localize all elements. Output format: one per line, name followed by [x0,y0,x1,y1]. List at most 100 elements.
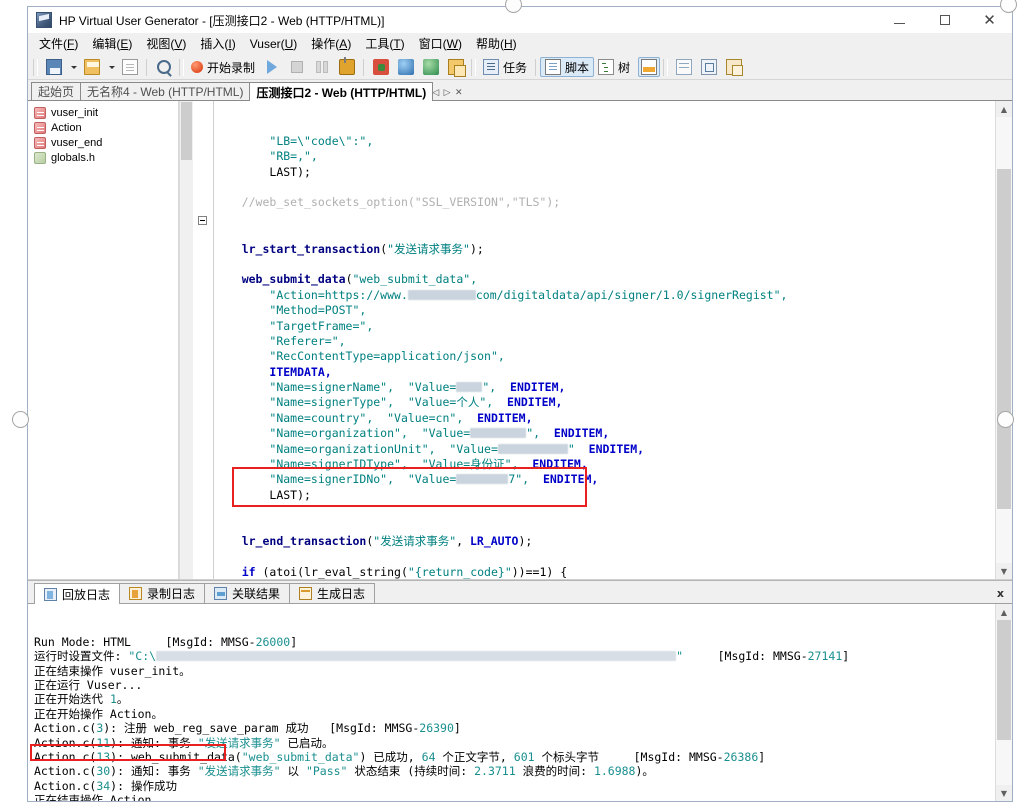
task-icon [483,59,500,75]
code-token: "Name=organizationUnit", "Value= [269,441,498,456]
code-token: "发送请求事务" [373,533,457,548]
split-view-button[interactable] [638,57,661,77]
log-token: "发送请求事务" [197,735,281,750]
script-view-icon [545,59,562,75]
maximize-button[interactable] [922,7,967,33]
script-view-button[interactable]: 脚本 [540,57,595,77]
menu-view[interactable]: 视图(V) [139,33,193,54]
script-view-label: 脚本 [565,60,590,75]
code-token: ENDITEM, [532,457,588,472]
code-editor[interactable]: "LB=\"code\":", "RB=,", LAST); //web_set… [214,101,995,579]
toolbar-grip-2[interactable] [179,58,184,76]
editor-vertical-scrollbar[interactable]: ▲ ▼ [995,101,1012,579]
split-view-icon [641,59,658,75]
log-scroll-track[interactable] [996,620,1012,785]
toolbar-grip-3[interactable] [471,58,477,76]
tab-generation-log[interactable]: 生成日志 [289,583,376,603]
scan-script-button[interactable] [418,57,443,77]
tree-item-vuser-end[interactable]: vuser_end [32,135,174,150]
redacted-text [497,443,568,454]
run-button[interactable] [259,57,284,77]
log-panel-close-button[interactable]: x [997,587,1004,600]
save-dropdown[interactable] [66,57,79,77]
tab-replay-log[interactable]: 回放日志 [34,583,121,604]
code-token: "{return_code}" [407,564,512,579]
paint-button[interactable] [334,57,359,77]
scan-correlations-button[interactable] [393,57,418,77]
scroll-track[interactable] [996,117,1012,563]
fold-toggle-icon[interactable] [198,216,207,225]
tree-item-globals-h[interactable]: globals.h [32,150,174,165]
tab-prev-icon[interactable]: ◁ [432,88,439,98]
log-scroll-thumb[interactable] [997,620,1011,740]
toolbar-grip-4[interactable] [663,58,669,76]
doc-button-1[interactable] [671,57,696,77]
log-token: 以 [280,764,306,779]
open-dropdown[interactable] [104,57,117,77]
menu-vuser[interactable]: Vuser(U) [243,35,305,53]
save-button[interactable] [41,57,66,77]
page-icon [121,59,138,75]
replay-log-icon [44,587,57,601]
resize-handle-top-right[interactable] [1000,0,1017,13]
function-icon [34,121,46,134]
log-token: 1.6988 [593,764,636,779]
log-scroll-up-icon[interactable]: ▲ [996,604,1012,620]
open-button[interactable] [79,57,104,77]
new-page-button[interactable] [117,57,142,77]
doctab-pressure-test-2[interactable]: 压测接口2 - Web (HTTP/HTML) [249,82,434,101]
scroll-up-icon[interactable]: ▲ [996,101,1012,117]
menu-tools[interactable]: 工具(T) [358,33,411,54]
resize-handle-left[interactable] [12,411,29,428]
explorer-scrollbar[interactable] [179,101,193,579]
code-token: "Method=POST", [269,303,367,318]
tree-item-action[interactable]: Action [32,120,174,135]
document-tab-bar: 起始页 无名称4 - Web (HTTP/HTML) 压测接口2 - Web (… [28,80,1012,101]
search-button[interactable] [151,57,176,77]
code-line: "Referer=", [214,334,995,349]
tab-correlation-results[interactable]: 关联结果 [204,583,291,603]
code-token: "Action=https://www. [269,287,408,302]
menu-edit[interactable]: 编辑(E) [85,33,139,54]
toolbar-grip-1[interactable] [33,58,38,76]
menu-actions[interactable]: 操作(A) [304,33,358,54]
pause-button[interactable] [309,57,334,77]
log-output[interactable]: Run Mode: HTML [MsgId: MMSG-26000] 运行时设置文… [28,604,995,801]
tab-close-icon[interactable]: ✕ [455,88,463,98]
resize-handle-right[interactable] [997,411,1014,428]
minimize-button[interactable] [877,7,922,33]
tree-item-vuser-init[interactable]: vuser_init [32,105,174,120]
menu-insert[interactable]: 插入(I) [193,33,242,54]
log-vertical-scrollbar[interactable]: ▲ ▼ [995,604,1012,801]
task-button[interactable]: 任务 [479,57,531,77]
function-icon [34,136,46,149]
log-line: Action.c(3): 注册 web_reg_save_param 成功 [M… [34,721,995,735]
copy-button[interactable] [443,57,468,77]
menu-file[interactable]: 文件(F) [32,33,85,54]
menu-window[interactable]: 窗口(W) [412,33,469,54]
code-token: ITEMDATA, [269,364,332,379]
code-token: LR_AUTO [469,533,519,548]
tree-view-button[interactable]: 树 [594,57,634,77]
log-token: 。 [116,692,129,707]
log-token: "发送请求事务" [197,764,281,779]
scroll-thumb[interactable] [997,169,1011,509]
compare-button[interactable] [368,57,393,77]
code-token: ); [469,241,484,256]
start-record-button[interactable]: 开始录制 [187,57,259,77]
tab-record-log[interactable]: 录制日志 [119,583,206,603]
stop-button[interactable] [284,57,309,77]
code-line: "Name=signerName", "Value= ", ENDITEM, [214,380,995,395]
log-token: 正在运行 Vuser... [34,677,143,692]
log-token: ] [290,634,298,649]
log-scroll-down-icon[interactable]: ▼ [996,785,1012,801]
menu-help[interactable]: 帮助(H) [469,33,524,54]
log-token: 26386 [723,749,759,764]
doc-button-3[interactable] [721,57,746,77]
scroll-down-icon[interactable]: ▼ [996,563,1012,579]
doctab-untitled4[interactable]: 无名称4 - Web (HTTP/HTML) [80,82,251,100]
doc-button-2[interactable] [696,57,721,77]
doctab-start-page[interactable]: 起始页 [31,82,82,100]
tab-next-icon[interactable]: ▷ [444,88,451,98]
